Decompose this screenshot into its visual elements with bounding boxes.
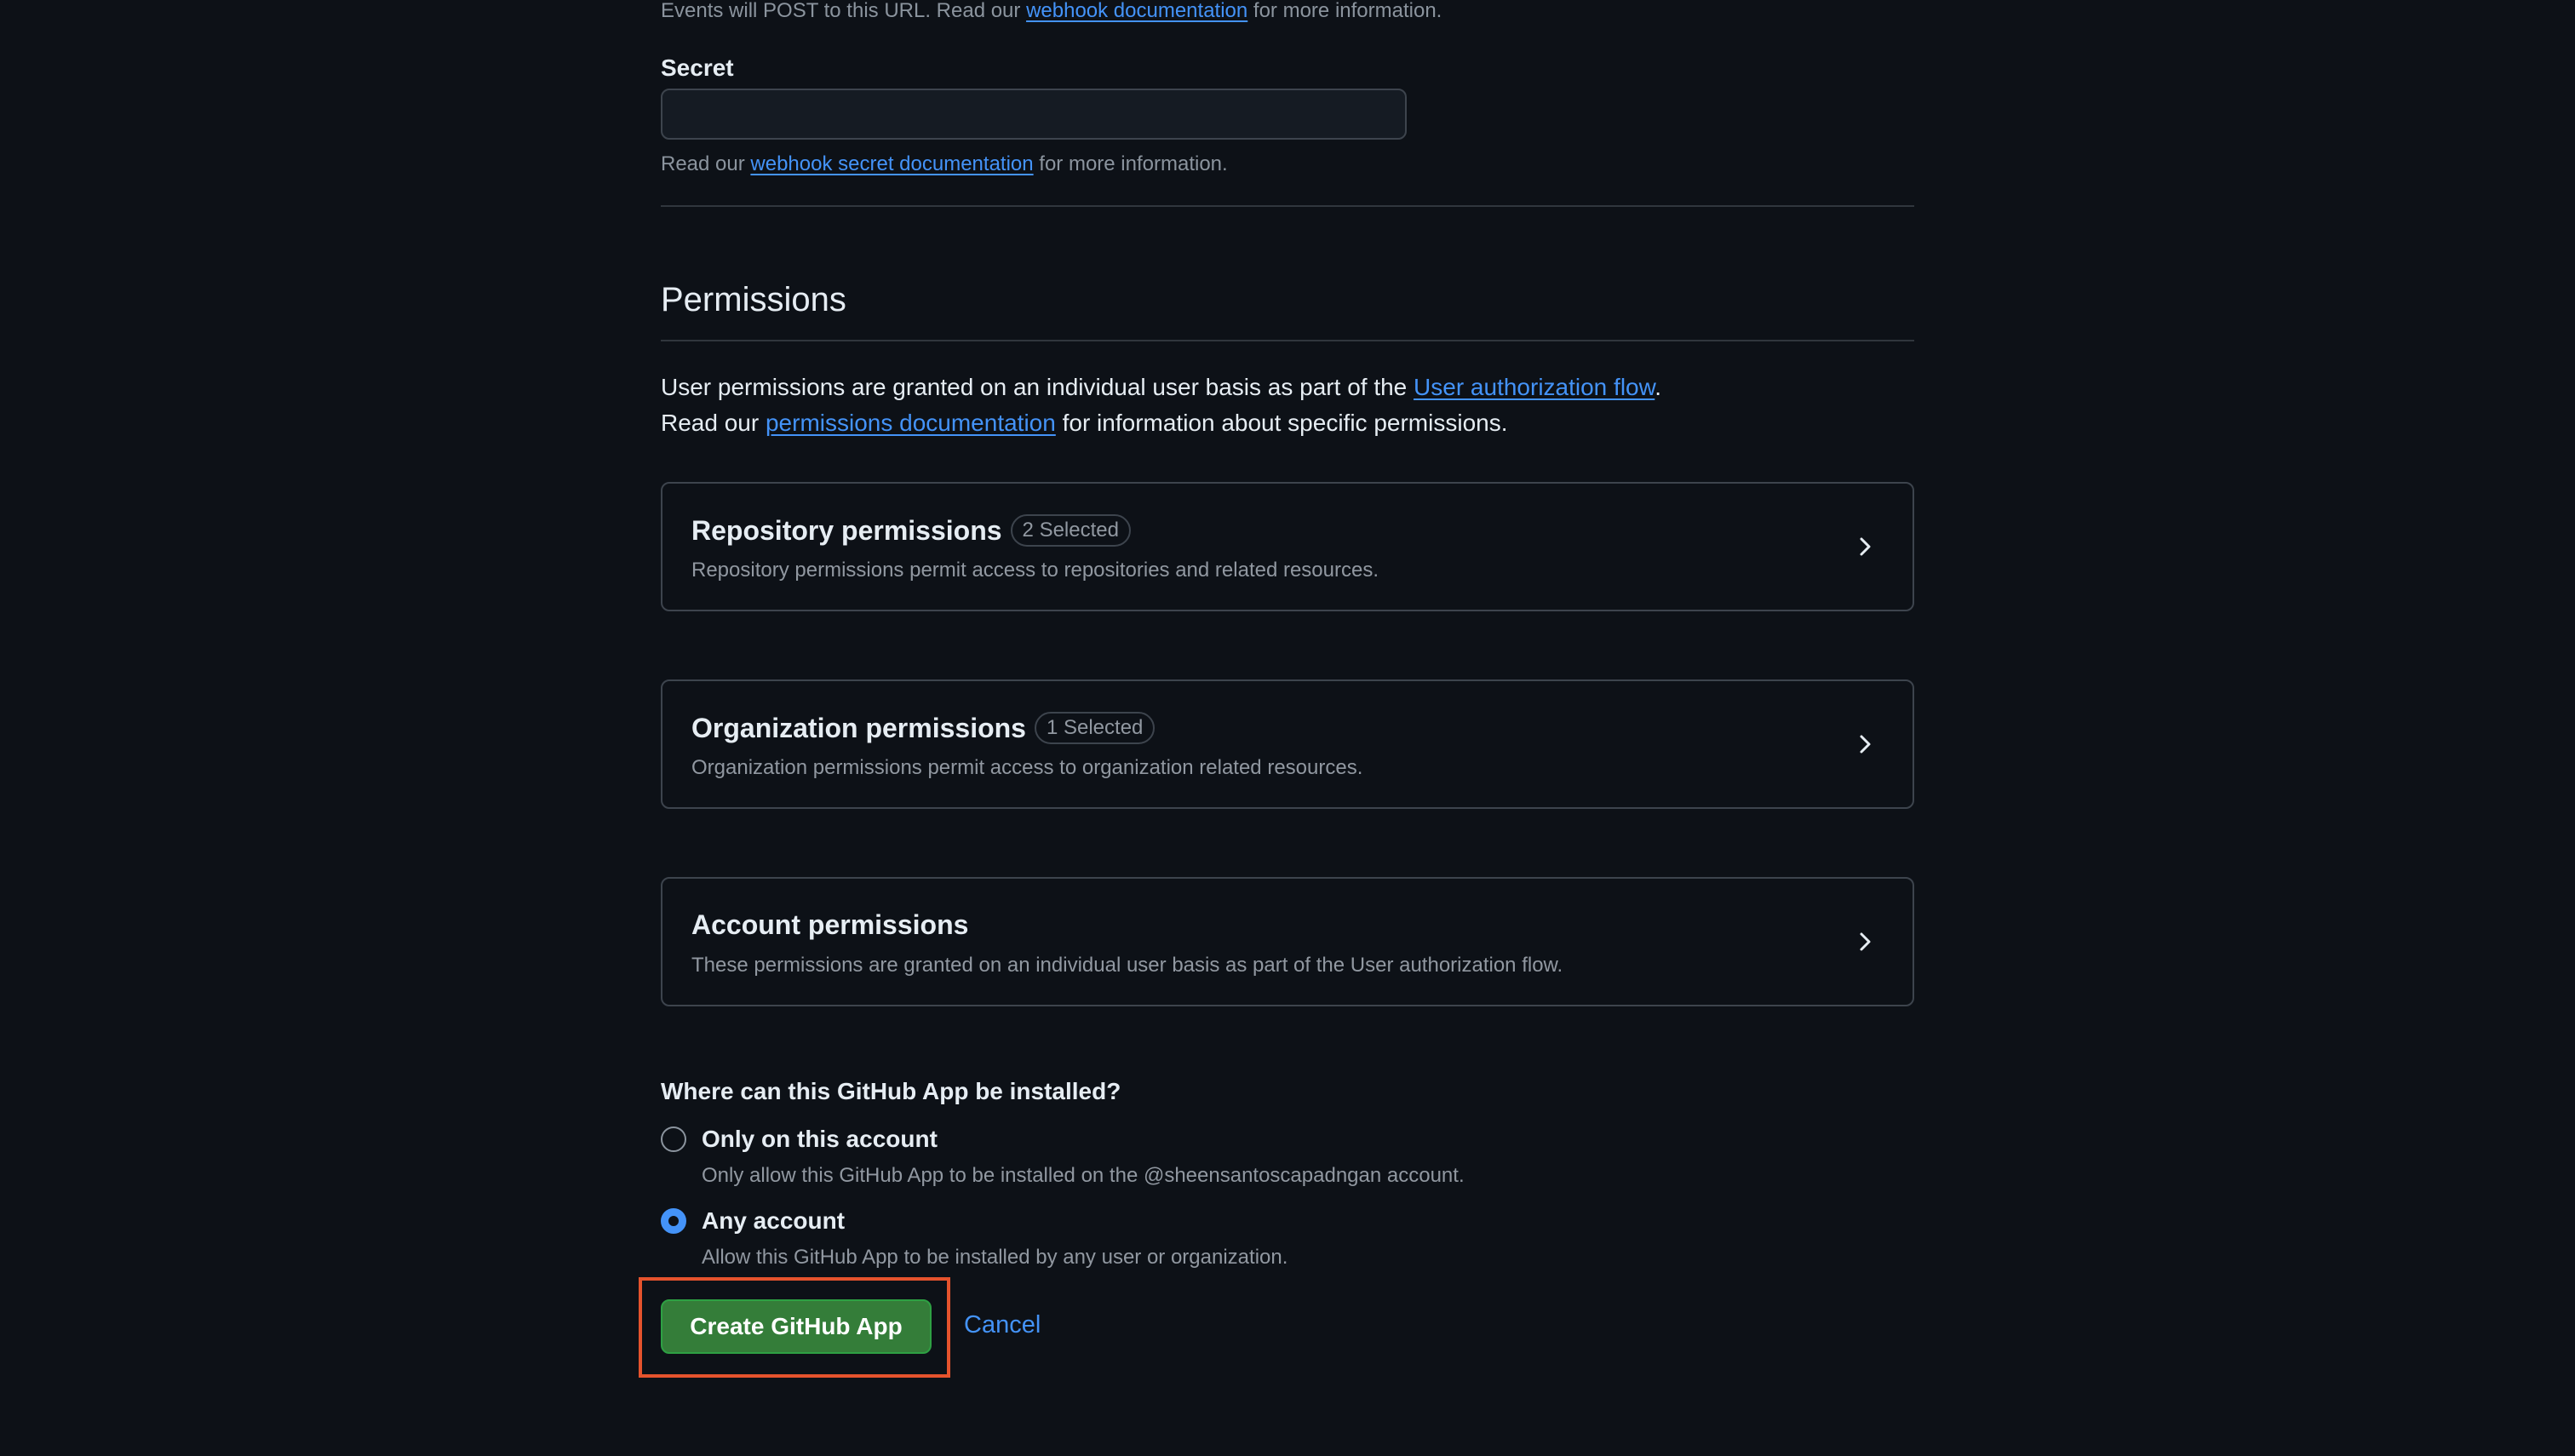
events-note-text-end: for more information.: [1247, 0, 1442, 22]
permissions-heading-divider: [661, 340, 1914, 341]
intro-text-2: Read our: [661, 410, 766, 436]
user-authorization-flow-link[interactable]: User authorization flow: [1414, 374, 1655, 400]
radio-label[interactable]: Only on this account: [702, 1126, 938, 1153]
section-divider: [661, 205, 1914, 207]
radio-button-checked[interactable]: [661, 1208, 686, 1234]
card-title-row: Organization permissions 1 Selected: [691, 712, 1156, 744]
webhook-events-note: Events will POST to this URL. Read our w…: [661, 0, 1442, 24]
radio-option-only-this-account[interactable]: Only on this account: [661, 1126, 938, 1153]
card-title: Account permissions: [691, 909, 969, 940]
card-description: Repository permissions permit access to …: [691, 559, 1379, 582]
secret-note: Read our webhook secret documentation fo…: [661, 152, 1228, 177]
radio-option-any-account[interactable]: Any account: [661, 1207, 845, 1235]
secret-input[interactable]: [661, 89, 1407, 140]
radio-description: Allow this GitHub App to be installed by…: [702, 1246, 1288, 1269]
intro-text-end: .: [1655, 374, 1662, 400]
webhook-documentation-link[interactable]: webhook documentation: [1026, 0, 1247, 22]
chevron-right-icon: [1860, 735, 1871, 754]
events-note-text: Events will POST to this URL. Read our: [661, 0, 1027, 22]
card-title-row: Repository permissions 2 Selected: [691, 514, 1131, 547]
radio-description: Only allow this GitHub App to be install…: [702, 1164, 1465, 1187]
webhook-secret-documentation-link[interactable]: webhook secret documentation: [750, 152, 1033, 175]
repository-permissions-card[interactable]: Repository permissions 2 Selected Reposi…: [661, 482, 1914, 611]
radio-button-unchecked[interactable]: [661, 1126, 686, 1152]
permissions-intro-line-1: User permissions are granted on an indiv…: [661, 370, 1661, 405]
permissions-intro: User permissions are granted on an indiv…: [661, 370, 1661, 441]
install-location-question: Where can this GitHub App be installed?: [661, 1078, 1121, 1104]
card-title: Organization permissions: [691, 712, 1026, 743]
secret-label: Secret: [661, 54, 734, 81]
cancel-link[interactable]: Cancel: [964, 1311, 1041, 1339]
chevron-right-icon: [1860, 537, 1871, 556]
card-title: Repository permissions: [691, 514, 1002, 546]
card-description: These permissions are granted on an indi…: [691, 954, 1563, 977]
card-title-row: Account permissions: [691, 909, 968, 941]
chevron-right-icon: [1860, 932, 1871, 951]
intro-text: User permissions are granted on an indiv…: [661, 374, 1414, 400]
selected-count-badge: 1 Selected: [1034, 712, 1156, 744]
selected-count-badge: 2 Selected: [1010, 514, 1131, 547]
radio-label[interactable]: Any account: [702, 1207, 845, 1235]
permissions-documentation-link[interactable]: permissions documentation: [766, 410, 1056, 436]
account-permissions-card[interactable]: Account permissions These permissions ar…: [661, 877, 1914, 1006]
page: Events will POST to this URL. Read our w…: [0, 0, 2575, 1456]
permissions-intro-line-2: Read our permissions documentation for i…: [661, 405, 1661, 441]
card-description: Organization permissions permit access t…: [691, 756, 1363, 779]
organization-permissions-card[interactable]: Organization permissions 1 Selected Orga…: [661, 679, 1914, 809]
intro-text-2-end: for information about specific permissio…: [1055, 410, 1508, 436]
permissions-heading: Permissions: [661, 281, 846, 318]
secret-note-text-end: for more information.: [1033, 152, 1228, 175]
secret-note-text: Read our: [661, 152, 751, 175]
create-github-app-button[interactable]: Create GitHub App: [661, 1299, 932, 1354]
